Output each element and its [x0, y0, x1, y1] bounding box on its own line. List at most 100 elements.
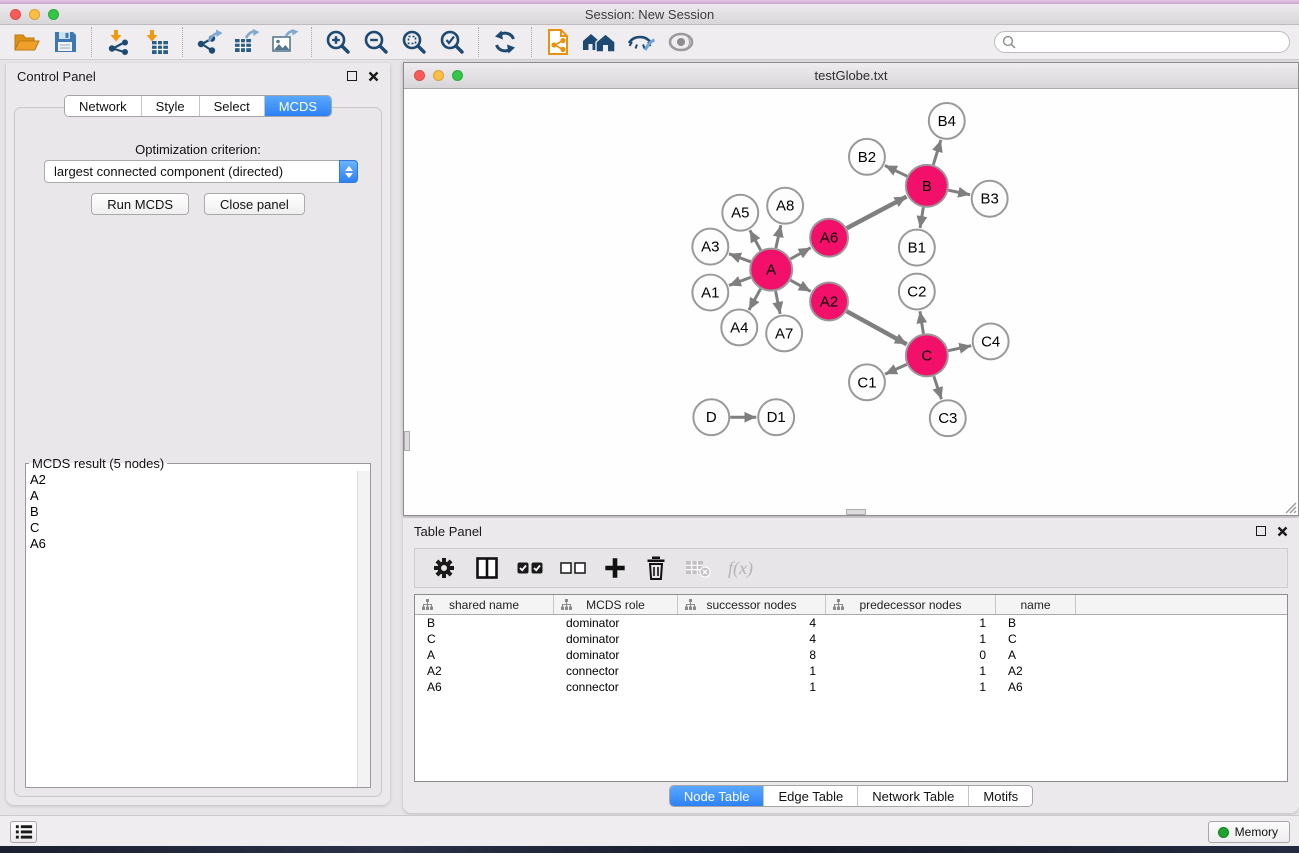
graph-edge-C-C1[interactable] — [885, 364, 907, 374]
manage-networks-icon[interactable] — [544, 27, 572, 57]
create-column-plus-icon[interactable] — [603, 554, 627, 582]
close-panel-button[interactable]: Close panel — [204, 193, 305, 215]
graph-edge-A-A5[interactable] — [750, 230, 761, 250]
graph-node-C2[interactable]: C2 — [899, 274, 935, 310]
table-row[interactable]: A2connector11A2 — [415, 663, 1287, 679]
zoom-selected-icon[interactable] — [438, 27, 466, 57]
show-task-history-button[interactable] — [10, 821, 37, 843]
graph-edge-A-A1[interactable] — [729, 277, 751, 285]
export-network-icon[interactable] — [195, 27, 223, 57]
graph-node-C[interactable]: C — [906, 334, 948, 376]
graph-node-A4[interactable]: A4 — [721, 309, 757, 345]
tab-network[interactable]: Network — [65, 96, 142, 116]
graph-edge-A-A7[interactable] — [776, 291, 781, 314]
graph-node-A3[interactable]: A3 — [692, 229, 728, 265]
zoom-out-icon[interactable] — [362, 27, 390, 57]
float-panel-icon[interactable] — [347, 71, 357, 81]
graph-edge-B-B4[interactable] — [933, 140, 941, 165]
float-table-panel-icon[interactable] — [1256, 526, 1266, 536]
graph-node-A7[interactable]: A7 — [766, 315, 802, 351]
column-header-name[interactable]: name — [996, 595, 1076, 614]
graph-edge-C-C4[interactable] — [948, 346, 971, 351]
graph-node-A1[interactable]: A1 — [692, 275, 728, 311]
network-close-button[interactable] — [414, 70, 425, 81]
close-panel-icon[interactable] — [368, 71, 379, 82]
tab-edge-table[interactable]: Edge Table — [764, 786, 858, 806]
graph-node-B3[interactable]: B3 — [972, 181, 1008, 217]
graph-edge-C-C3[interactable] — [934, 376, 942, 399]
criterion-dropdown[interactable]: largest connected component (directed) — [44, 160, 358, 183]
toggle-graphics-details-icon[interactable] — [626, 27, 656, 57]
column-header-MCDS-role[interactable]: MCDS role — [554, 595, 678, 614]
split-grip-left[interactable] — [404, 431, 410, 451]
graph-edge-C-C2[interactable] — [920, 311, 923, 333]
graph-node-A5[interactable]: A5 — [722, 195, 758, 231]
import-network-icon[interactable] — [104, 27, 132, 57]
mcds-result-item[interactable]: B — [30, 504, 370, 520]
graph-node-B2[interactable]: B2 — [849, 139, 885, 175]
graph-node-B[interactable]: B — [906, 165, 948, 207]
mcds-result-item[interactable]: A — [30, 488, 370, 504]
graph-edge-B-B1[interactable] — [920, 207, 923, 228]
split-grip-bottom[interactable] — [846, 509, 866, 515]
graph-edge-A-A4[interactable] — [749, 289, 761, 310]
tab-network-table[interactable]: Network Table — [858, 786, 969, 806]
network-minimize-button[interactable] — [433, 70, 444, 81]
graph-edge-B-B3[interactable] — [948, 190, 970, 195]
graph-node-D[interactable]: D — [693, 399, 729, 435]
tab-motifs[interactable]: Motifs — [969, 786, 1032, 806]
open-session-icon[interactable] — [13, 27, 41, 57]
graph-edge-B-B2[interactable] — [885, 166, 907, 177]
graph-node-A6[interactable]: A6 — [810, 219, 848, 257]
graph-edge-A2-C[interactable] — [847, 311, 907, 344]
graph-node-A2[interactable]: A2 — [810, 283, 848, 321]
network-zoom-button[interactable] — [452, 70, 463, 81]
tab-mcds[interactable]: MCDS — [265, 96, 331, 116]
close-table-panel-icon[interactable] — [1277, 526, 1288, 537]
mcds-result-item[interactable]: C — [30, 520, 370, 536]
table-row[interactable]: Adominator80A — [415, 647, 1287, 663]
column-header-successor-nodes[interactable]: successor nodes — [678, 595, 826, 614]
export-image-icon[interactable] — [271, 27, 299, 57]
graph-node-A[interactable]: A — [750, 249, 792, 291]
column-header-predecessor-nodes[interactable]: predecessor nodes — [826, 595, 996, 614]
table-row[interactable]: Cdominator41C — [415, 631, 1287, 647]
save-session-icon[interactable] — [51, 27, 79, 57]
zoom-in-icon[interactable] — [324, 27, 352, 57]
tab-style[interactable]: Style — [142, 96, 200, 116]
zoom-fit-icon[interactable] — [400, 27, 428, 57]
graph-edge-A-A3[interactable] — [729, 254, 751, 262]
minimize-window-button[interactable] — [29, 9, 40, 20]
home-icon[interactable] — [582, 27, 616, 57]
table-options-gear-icon[interactable] — [431, 554, 457, 582]
graph-node-C1[interactable]: C1 — [849, 364, 885, 400]
memory-button[interactable]: Memory — [1208, 821, 1290, 843]
mcds-result-item[interactable]: A2 — [30, 472, 370, 488]
search-input[interactable] — [994, 31, 1290, 53]
graph-edge-A-A6[interactable] — [790, 248, 810, 259]
result-scrollbar[interactable] — [357, 471, 370, 787]
import-table-icon[interactable] — [142, 27, 170, 57]
graph-edge-A-A2[interactable] — [790, 280, 810, 291]
graph-node-B4[interactable]: B4 — [929, 103, 965, 139]
graph-node-B1[interactable]: B1 — [899, 230, 935, 266]
show-columns-icon[interactable] — [474, 554, 500, 582]
mcds-result-item[interactable]: A6 — [30, 536, 370, 552]
network-canvas[interactable]: B4 B2 B B3 A8A5 A6 A3 B1 A C2 A1 A2 A4A7 C4 C C1 C3 D D1 — [404, 89, 1298, 515]
graph-node-D1[interactable]: D1 — [758, 399, 794, 435]
close-window-button[interactable] — [10, 9, 21, 20]
graph-node-C3[interactable]: C3 — [930, 400, 966, 436]
tab-node-table[interactable]: Node Table — [670, 786, 765, 806]
graph-node-A8[interactable]: A8 — [767, 188, 803, 224]
graph-edge-A-A8[interactable] — [776, 225, 781, 248]
select-all-icon[interactable] — [517, 554, 543, 582]
graph-node-C4[interactable]: C4 — [973, 323, 1009, 359]
graph-edge-A6-B[interactable] — [847, 197, 907, 229]
network-graph[interactable]: B4 B2 B B3 A8A5 A6 A3 B1 A C2 A1 A2 A4A7 C4 C C1 C3 D D1 — [404, 89, 1298, 515]
birds-eye-view-icon[interactable] — [666, 27, 696, 57]
zoom-window-button[interactable] — [48, 9, 59, 20]
delete-columns-trash-icon[interactable] — [644, 554, 668, 582]
deselect-all-icon[interactable] — [560, 554, 586, 582]
export-table-icon[interactable] — [233, 27, 261, 57]
table-row[interactable]: A6connector11A6 — [415, 679, 1287, 695]
